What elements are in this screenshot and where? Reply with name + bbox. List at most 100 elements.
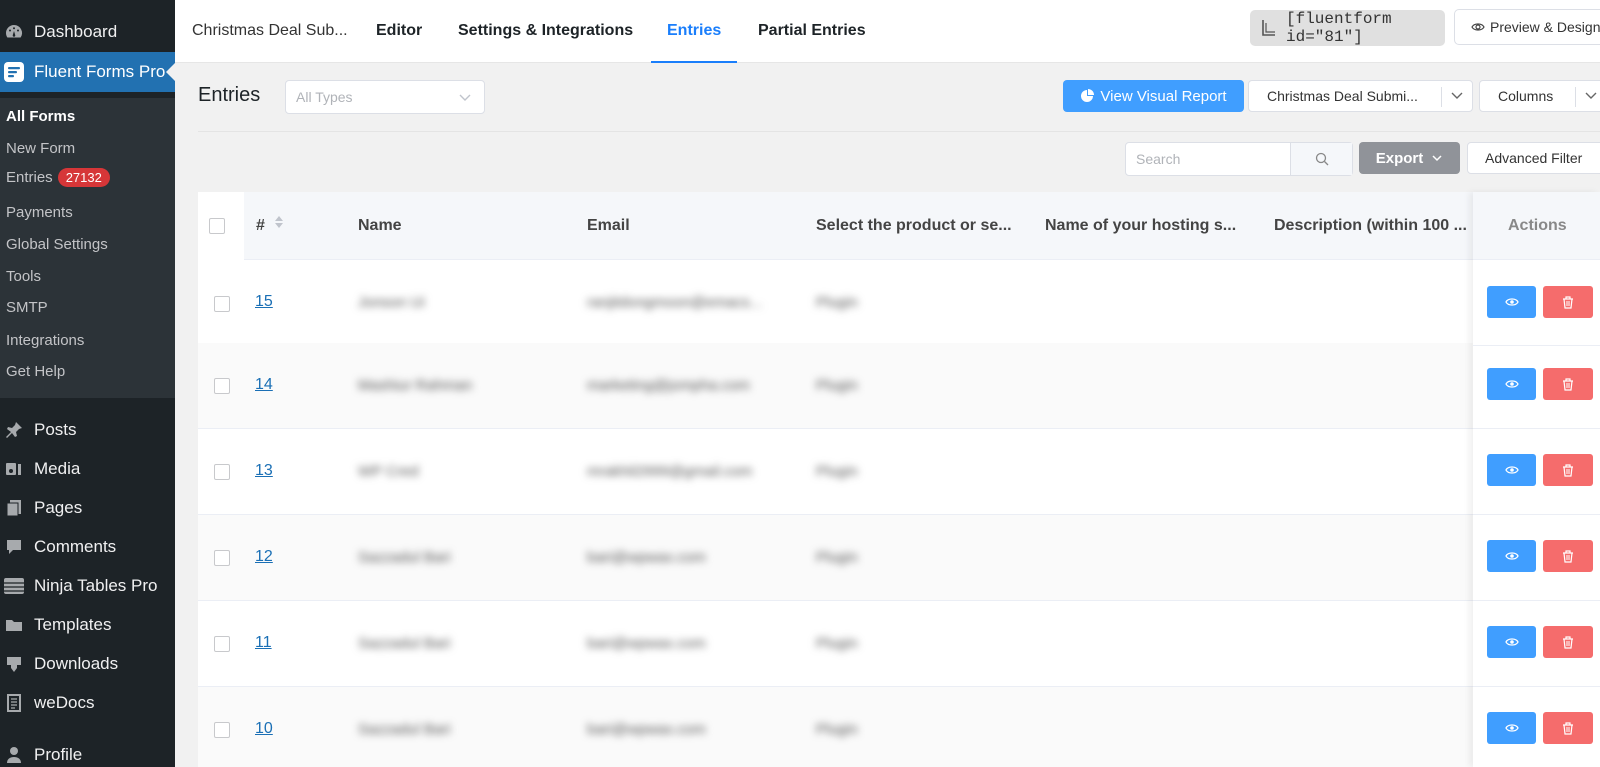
row-checkbox[interactable]: [214, 550, 230, 566]
tab-partial-entries[interactable]: Partial Entries: [758, 0, 866, 63]
comment-icon: [2, 535, 26, 559]
dashboard-icon: [2, 20, 26, 44]
table-row: 14 Mashiur Rahman marketing@jompha.com P…: [198, 343, 1600, 429]
advanced-filter-button[interactable]: Advanced Filter: [1467, 142, 1600, 174]
sidebar-item-ninja-tables[interactable]: Ninja Tables Pro: [0, 569, 175, 603]
row-checkbox[interactable]: [214, 722, 230, 738]
submenu-new-form[interactable]: New Form: [6, 140, 75, 157]
sidebar-item-dashboard[interactable]: Dashboard: [0, 14, 175, 50]
sidebar-label: Templates: [34, 615, 112, 634]
sidebar-item-profile[interactable]: Profile: [0, 738, 175, 767]
search-input[interactable]: [1126, 143, 1291, 175]
row-checkbox[interactable]: [214, 464, 230, 480]
eye-icon: [1504, 637, 1519, 647]
select-all-checkbox[interactable]: [209, 218, 225, 234]
delete-entry-button[interactable]: [1543, 712, 1593, 744]
actions-column: Actions: [1473, 192, 1600, 767]
submenu-tools[interactable]: Tools: [6, 268, 41, 285]
form-name-breadcrumb[interactable]: Christmas Deal Sub...: [192, 0, 348, 63]
col-header-label: #: [256, 217, 265, 235]
submenu-smtp[interactable]: SMTP: [6, 299, 48, 316]
shortcode-copy[interactable]: [fluentform id="81"]: [1250, 10, 1445, 46]
col-header-description: Description (within 100 ...: [1274, 217, 1467, 234]
visual-report-label: View Visual Report: [1100, 87, 1227, 105]
actions-cell: [1473, 260, 1600, 346]
search-icon: [1315, 152, 1329, 166]
submenu-all-forms[interactable]: All Forms: [6, 108, 75, 125]
preview-design-button[interactable]: Preview & Design: [1454, 9, 1600, 45]
view-entry-button[interactable]: [1487, 454, 1536, 486]
entry-link[interactable]: 13: [255, 462, 273, 480]
submenu-integrations[interactable]: Integrations: [6, 332, 84, 349]
delete-entry-button[interactable]: [1543, 454, 1593, 486]
view-entry-button[interactable]: [1487, 626, 1536, 658]
submenu-get-help[interactable]: Get Help: [6, 363, 65, 380]
delete-entry-button[interactable]: [1543, 540, 1593, 572]
view-entry-button[interactable]: [1487, 540, 1536, 572]
trash-icon: [1562, 295, 1574, 309]
sidebar-item-downloads[interactable]: Downloads: [0, 647, 175, 681]
cell-name: Sazzadul Bari: [358, 721, 451, 738]
submenu-label: SMTP: [6, 299, 48, 316]
export-button[interactable]: Export: [1359, 142, 1460, 174]
entry-link[interactable]: 12: [255, 548, 273, 566]
cell-product: Plugin: [816, 635, 858, 652]
cell-email: ranjitdongmoon@emacs...: [587, 294, 763, 311]
chevron-down-icon: [458, 90, 472, 107]
submenu-entries[interactable]: Entries 27132: [6, 168, 110, 187]
form-select-value: Christmas Deal Submi...: [1267, 88, 1418, 104]
entry-link[interactable]: 14: [255, 376, 273, 394]
actions-cell: [1473, 343, 1600, 429]
chevron-down-icon: [1450, 88, 1464, 105]
columns-select[interactable]: Columns: [1479, 80, 1600, 112]
entry-type-select[interactable]: All Types: [285, 80, 485, 114]
trash-icon: [1562, 721, 1574, 735]
entry-link[interactable]: 10: [255, 720, 273, 738]
submenu-label: Global Settings: [6, 236, 108, 253]
entry-link[interactable]: 15: [255, 293, 273, 311]
sidebar-item-posts[interactable]: Posts: [0, 413, 175, 447]
search-box: [1125, 142, 1353, 176]
sidebar-item-media[interactable]: Media: [0, 452, 175, 486]
tab-editor[interactable]: Editor: [376, 0, 422, 63]
delete-entry-button[interactable]: [1543, 286, 1593, 318]
cell-name: WP Cred: [358, 463, 419, 480]
view-entry-button[interactable]: [1487, 712, 1536, 744]
row-checkbox[interactable]: [214, 636, 230, 652]
trash-icon: [1562, 463, 1574, 477]
cell-name: Mashiur Rahman: [358, 377, 473, 394]
columns-label: Columns: [1498, 88, 1554, 104]
tab-settings[interactable]: Settings & Integrations: [458, 0, 633, 63]
sidebar-item-fluent-forms[interactable]: Fluent Forms Pro: [0, 52, 175, 92]
sidebar-item-templates[interactable]: Templates: [0, 608, 175, 642]
submenu-global-settings[interactable]: Global Settings: [6, 236, 108, 253]
cell-product: Plugin: [816, 721, 858, 738]
form-select[interactable]: Christmas Deal Submi...: [1248, 80, 1473, 112]
submenu-label: New Form: [6, 140, 76, 157]
submenu-label: Integrations: [6, 332, 85, 349]
chevron-down-icon: [1584, 88, 1598, 105]
col-header-email: Email: [587, 217, 630, 234]
sidebar-item-comments[interactable]: Comments: [0, 530, 175, 564]
cell-email: bari@wpwax.com: [587, 549, 706, 566]
tab-entries[interactable]: Entries: [651, 0, 738, 63]
sidebar-item-wedocs[interactable]: weDocs: [0, 686, 175, 720]
view-entry-button[interactable]: [1487, 286, 1536, 318]
view-visual-report-button[interactable]: View Visual Report: [1063, 80, 1244, 112]
col-header-num[interactable]: #: [256, 192, 284, 260]
delete-entry-button[interactable]: [1543, 368, 1593, 400]
col-header-product: Select the product or se...: [816, 217, 1012, 234]
submenu-label: Payments: [6, 204, 73, 221]
fluent-forms-icon: [2, 60, 26, 84]
row-checkbox[interactable]: [214, 296, 230, 312]
pages-icon: [2, 496, 26, 520]
row-checkbox[interactable]: [214, 378, 230, 394]
divider: [198, 131, 1600, 132]
delete-entry-button[interactable]: [1543, 626, 1593, 658]
sidebar-item-pages[interactable]: Pages: [0, 491, 175, 525]
entry-link[interactable]: 11: [255, 634, 272, 652]
header-check-cell: [198, 192, 244, 260]
submenu-payments[interactable]: Payments: [6, 204, 73, 221]
search-button[interactable]: [1290, 143, 1352, 175]
view-entry-button[interactable]: [1487, 368, 1536, 400]
